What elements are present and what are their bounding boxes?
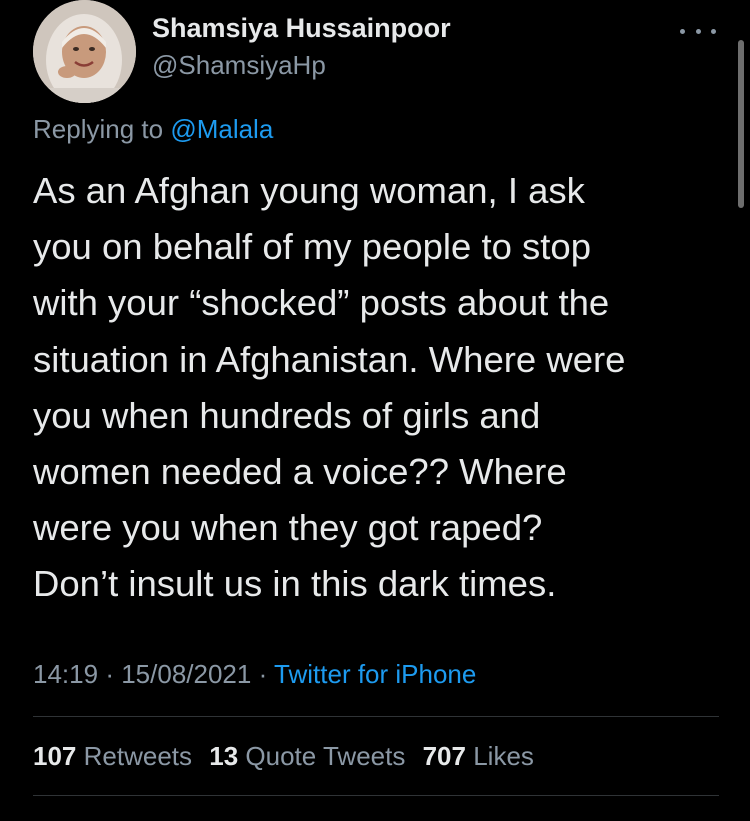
- engagement-stats: 107 Retweets 13 Quote Tweets 707 Likes: [33, 741, 544, 772]
- avatar[interactable]: [33, 0, 136, 103]
- divider: [33, 795, 719, 796]
- retweets-count: 107: [33, 741, 77, 771]
- tweet-text-line: you on behalf of my people to stop: [33, 226, 592, 268]
- meta-separator: ·: [258, 659, 268, 689]
- retweets-stat[interactable]: 107 Retweets: [33, 741, 192, 771]
- tweet-time[interactable]: 14:19: [33, 659, 98, 689]
- tweet-text-line: situation in Afghanistan. Where were: [33, 338, 626, 380]
- divider: [33, 716, 719, 717]
- author-handle[interactable]: @ShamsiyaHp: [152, 50, 326, 81]
- tweet-text-line: women needed a voice?? Where: [33, 451, 567, 493]
- author-display-name[interactable]: Shamsiya Hussainpoor: [152, 13, 451, 44]
- quote-tweets-count: 13: [209, 741, 239, 771]
- ellipsis-icon: [711, 28, 716, 34]
- likes-count: 707: [422, 741, 466, 771]
- meta-separator: ·: [105, 659, 114, 689]
- tweet-text: As an Afghan young woman, I ask you on b…: [33, 163, 733, 613]
- ellipsis-icon: [695, 28, 701, 34]
- tweet-text-line: were you when they got raped?: [33, 507, 543, 549]
- replying-to-label: Replying to: [33, 114, 164, 144]
- retweets-label: Retweets: [83, 741, 193, 771]
- tweet-text-line: with your “shocked” posts about the: [33, 282, 610, 324]
- likes-stat[interactable]: 707 Likes: [423, 741, 534, 771]
- likes-label: Likes: [473, 741, 534, 771]
- tweet-source-link[interactable]: Twitter for iPhone: [274, 659, 476, 689]
- tweet-date[interactable]: 15/08/2021: [121, 659, 251, 689]
- quote-tweets-label: Quote Tweets: [245, 741, 406, 771]
- scrollbar[interactable]: [738, 40, 744, 208]
- ellipsis-icon: [680, 28, 685, 34]
- tweet-text-line: As an Afghan young woman, I ask: [33, 170, 585, 211]
- mention-link[interactable]: @Malala: [170, 114, 273, 144]
- tweet-text-line: Don’t insult us in this dark times.: [33, 563, 557, 605]
- replying-to: Replying to @Malala: [33, 114, 273, 145]
- tweet-metadata: 14:19 · 15/08/2021 · Twitter for iPhone: [33, 659, 476, 690]
- more-options-button[interactable]: [680, 22, 716, 40]
- quote-tweets-stat[interactable]: 13 Quote Tweets: [209, 741, 405, 771]
- tweet-text-line: you when hundreds of girls and: [33, 394, 541, 436]
- profile-photo: [33, 0, 136, 103]
